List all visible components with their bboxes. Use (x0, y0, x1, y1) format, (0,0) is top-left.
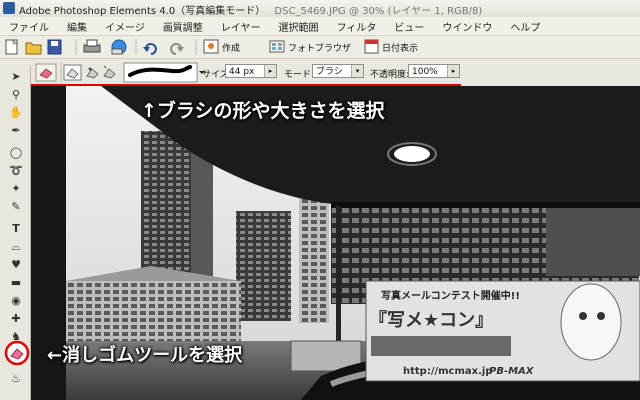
move-tool-icon[interactable]: ➤ (9, 70, 23, 84)
ceiling-light (394, 146, 430, 162)
billboard-photo-strip (371, 336, 511, 356)
document-title: DSC_5469.JPG @ 30% (レイヤー 1, RGB/8) (274, 6, 483, 17)
eyedropper-tool-icon[interactable]: ✒ (9, 124, 23, 138)
photo-browser-label[interactable]: フォトブラウザ (288, 41, 351, 54)
date-view-icon[interactable] (364, 39, 379, 54)
magic-wand-tool-icon[interactable]: ✦ (9, 182, 23, 196)
brush-callout: ↑ブラシの形や大きさを選択 (141, 100, 385, 122)
new-file-icon[interactable] (5, 39, 18, 55)
mode-label: モード: (284, 70, 315, 80)
menu-enhance[interactable]: 画質調整 (154, 19, 212, 34)
menu-filter[interactable]: フィルタ (328, 19, 386, 34)
menu-view[interactable]: ビュー (385, 19, 433, 34)
healing-brush-tool-icon[interactable]: ✚ (9, 312, 23, 326)
eraser-callout: ←消しゴムツールを選択 (47, 345, 243, 366)
billboard-url: http://mcmax.jp (403, 366, 493, 377)
building (236, 211, 291, 321)
billboard: 写真メールコンテスト開催中!! 『写メ★コン』 http://mcmax.jp … (365, 280, 640, 382)
eraser-tool-selected[interactable] (0, 340, 31, 366)
opacity-slider-arrow-icon[interactable]: ▸ (447, 65, 459, 77)
open-folder-icon[interactable] (25, 42, 42, 55)
print-icon[interactable] (83, 39, 101, 53)
lasso-tool-icon[interactable]: ➰ (9, 164, 23, 178)
size-value: 44 px (229, 67, 255, 77)
eraser-tool-preset-icon[interactable] (35, 63, 57, 82)
type-tool-icon[interactable]: T (9, 222, 23, 236)
background-eraser-icon[interactable] (86, 67, 99, 79)
app-title: Adobe Photoshop Elements 4.0（写真編集モード） (19, 6, 266, 17)
undo-icon[interactable] (143, 43, 157, 55)
brush-preview-dropdown[interactable] (123, 62, 205, 83)
mode-dropdown-chevron-icon[interactable]: ▾ (351, 65, 363, 77)
straighten-tool-icon[interactable]: ▬ (9, 276, 23, 290)
station-building (66, 281, 241, 343)
hand-tool-icon[interactable]: ✋ (9, 106, 23, 120)
opacity-label: 不透明度: (370, 70, 410, 80)
billboard-brand: PB-MAX (489, 366, 535, 377)
menu-layer[interactable]: レイヤー (212, 19, 270, 34)
mode-value: ブラシ (316, 67, 343, 77)
billboard-headline: 写真メールコンテスト開催中!! (381, 289, 520, 302)
create-label[interactable]: 作成 (222, 41, 240, 54)
app-icon (3, 2, 15, 14)
magic-eraser-icon[interactable] (103, 65, 116, 79)
photo-browser-icon[interactable] (269, 40, 285, 53)
cookie-cutter-tool-icon[interactable]: ♥ (9, 258, 23, 272)
window-title: Adobe Photoshop Elements 4.0（写真編集モード） DS… (19, 2, 482, 17)
red-eye-tool-icon[interactable]: ◉ (9, 294, 23, 308)
document-canvas[interactable]: 写真メールコンテスト開催中!! 『写メ★コン』 http://mcmax.jp … (31, 86, 640, 400)
paint-bucket-tool-icon[interactable]: ♨ (9, 372, 23, 386)
marquee-tool-icon[interactable]: ◯ (9, 146, 23, 160)
menu-window[interactable]: ウインドウ (433, 19, 501, 34)
building (299, 198, 329, 323)
billboard-character (560, 283, 622, 361)
menu-help[interactable]: ヘルプ (501, 19, 549, 34)
menu-image[interactable]: イメージ (96, 19, 154, 34)
zoom-tool-icon[interactable]: ⚲ (9, 88, 23, 102)
mode-select[interactable]: ブラシ ▾ (312, 64, 364, 78)
selection-brush-tool-icon[interactable]: ✎ (9, 200, 23, 214)
menu-edit[interactable]: 編集 (58, 19, 96, 34)
size-slider-arrow-icon[interactable]: ▸ (264, 65, 276, 77)
date-view-label[interactable]: 日付表示 (382, 41, 418, 54)
eraser-icon[interactable] (63, 64, 82, 81)
create-icon[interactable] (203, 39, 219, 54)
size-field[interactable]: 44 px ▸ (225, 64, 277, 78)
online-service-icon[interactable] (111, 39, 127, 55)
opacity-value: 100% (412, 67, 438, 77)
billboard-title: 『写メ★コン』 (369, 309, 493, 331)
title-bar: Adobe Photoshop Elements 4.0（写真編集モード） DS… (0, 0, 640, 18)
menu-file[interactable]: ファイル (0, 19, 58, 34)
menu-select[interactable]: 選択範囲 (270, 19, 328, 34)
menu-bar: ファイル 編集 イメージ 画質調整 レイヤー 選択範囲 フィルタ ビュー ウイン… (0, 17, 640, 36)
opacity-field[interactable]: 100% ▸ (408, 64, 460, 78)
crop-tool-icon[interactable]: ⌓ (9, 240, 23, 254)
save-icon[interactable] (47, 39, 62, 55)
redo-icon[interactable] (170, 43, 184, 55)
canopy-edge (331, 202, 640, 208)
